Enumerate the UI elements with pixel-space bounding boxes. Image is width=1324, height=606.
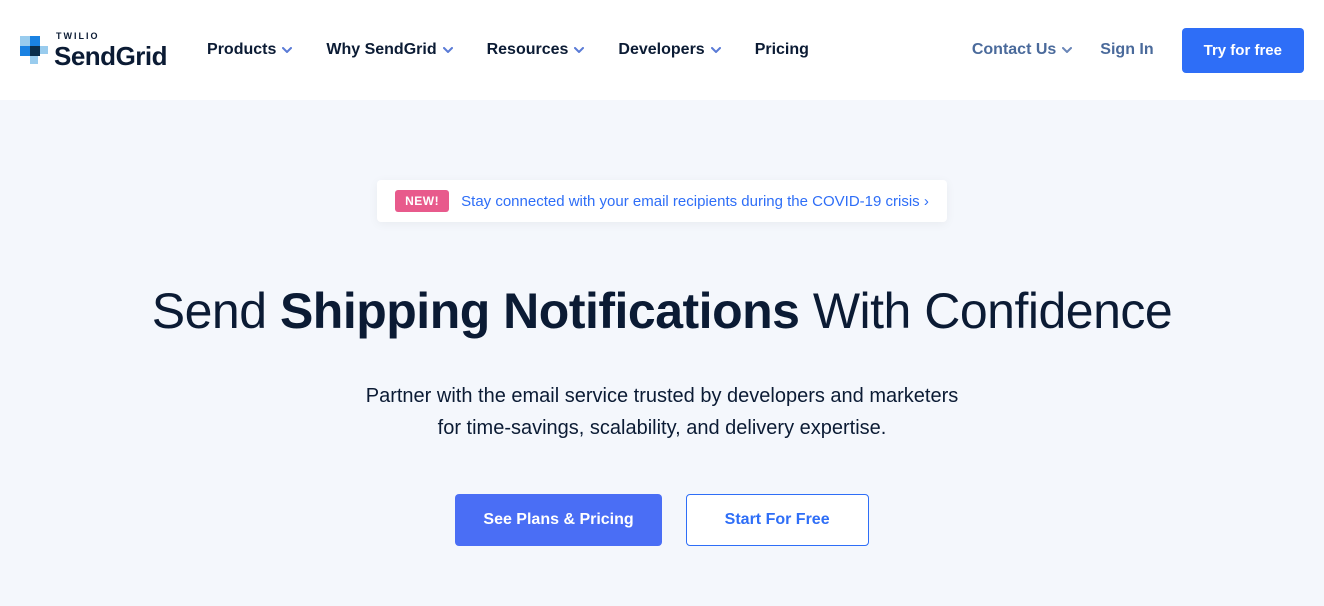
contact-us-link[interactable]: Contact Us <box>972 41 1072 59</box>
headline-pre: Send <box>152 283 280 339</box>
banner-link[interactable]: Stay connected with your email recipient… <box>461 193 929 210</box>
right-nav: Contact Us Sign In Try for free <box>972 28 1304 73</box>
headline-bold: Shipping Notifications <box>280 283 800 339</box>
see-plans-button[interactable]: See Plans & Pricing <box>455 494 661 546</box>
subhead-line2: for time-savings, scalability, and deliv… <box>438 417 887 439</box>
nav-developers[interactable]: Developers <box>618 41 720 59</box>
logo[interactable]: TWILIO SendGrid <box>20 32 167 69</box>
announcement-banner[interactable]: NEW! Stay connected with your email reci… <box>377 180 947 222</box>
nav-label: Products <box>207 41 276 59</box>
cta-row: See Plans & Pricing Start For Free <box>20 494 1304 546</box>
start-free-button[interactable]: Start For Free <box>686 494 869 546</box>
contact-label: Contact Us <box>972 41 1056 59</box>
subhead-line1: Partner with the email service trusted b… <box>366 385 959 407</box>
logo-tagline: TWILIO <box>56 32 167 41</box>
nav-label: Pricing <box>755 41 809 59</box>
chevron-down-icon <box>574 47 584 53</box>
nav-resources[interactable]: Resources <box>487 41 585 59</box>
logo-name: SendGrid <box>54 43 167 69</box>
nav-products[interactable]: Products <box>207 41 292 59</box>
chevron-down-icon <box>711 47 721 53</box>
chevron-down-icon <box>1062 47 1072 53</box>
chevron-down-icon <box>443 47 453 53</box>
nav-why-sendgrid[interactable]: Why SendGrid <box>326 41 452 59</box>
main-nav: Products Why SendGrid Resources Develope… <box>207 41 809 59</box>
try-for-free-button[interactable]: Try for free <box>1182 28 1304 73</box>
hero-section: NEW! Stay connected with your email reci… <box>0 100 1324 606</box>
sign-in-link[interactable]: Sign In <box>1100 41 1153 59</box>
nav-label: Developers <box>618 41 704 59</box>
hero-headline: Send Shipping Notifications With Confide… <box>20 282 1304 340</box>
chevron-down-icon <box>282 47 292 53</box>
logo-icon <box>20 36 48 64</box>
site-header: TWILIO SendGrid Products Why SendGrid Re… <box>0 0 1324 100</box>
new-badge: NEW! <box>395 190 449 212</box>
nav-label: Resources <box>487 41 569 59</box>
hero-subhead: Partner with the email service trusted b… <box>20 380 1304 444</box>
logo-text: TWILIO SendGrid <box>54 32 167 69</box>
headline-post: With Confidence <box>799 283 1172 339</box>
nav-label: Why SendGrid <box>326 41 436 59</box>
nav-pricing[interactable]: Pricing <box>755 41 809 59</box>
